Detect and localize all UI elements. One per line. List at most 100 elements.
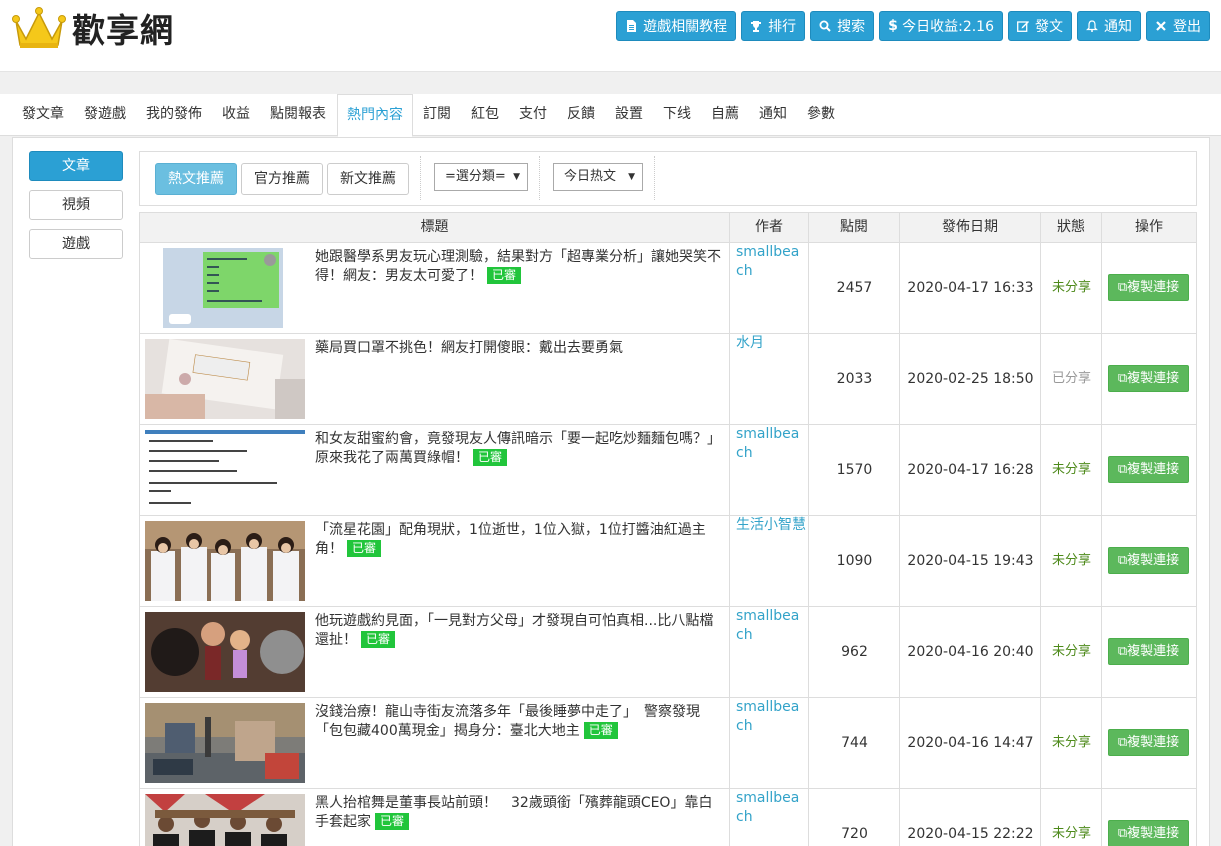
views-cell: 2033 xyxy=(809,334,900,424)
post-button[interactable]: 發文 xyxy=(1008,11,1072,41)
table-row: 和女友甜蜜約會，竟發現友人傳訊暗示「要一起吃炒麵麵包嗎？」原來我花了兩萬買綠帽！… xyxy=(139,425,1197,516)
author-link[interactable]: smallbeach xyxy=(736,243,806,281)
author-link[interactable]: 生活小智慧 xyxy=(736,516,806,535)
publish-date: 2020-04-15 22:22 xyxy=(907,826,1034,842)
tab-post-article[interactable]: 發文章 xyxy=(14,94,72,136)
article-title[interactable]: 和女友甜蜜約會，竟發現友人傳訊暗示「要一起吃炒麵麵包嗎？」原來我花了兩萬買綠帽！… xyxy=(315,430,725,468)
link-icon: ⧉ xyxy=(1117,644,1128,659)
tab-post-game[interactable]: 發遊戲 xyxy=(76,94,134,136)
tab-recommend[interactable]: 自薦 xyxy=(705,94,745,136)
table-row: 藥局買口罩不挑色！網友打開傻眼：戴出去要勇氣 水月 2033 2020-02-2… xyxy=(139,334,1197,425)
views-cell: 720 xyxy=(809,789,900,846)
author-link[interactable]: 水月 xyxy=(736,334,806,353)
tab-view-report[interactable]: 點閱報表 xyxy=(262,94,334,136)
view-count: 720 xyxy=(841,826,868,842)
article-thumbnail[interactable] xyxy=(145,521,305,601)
article-title[interactable]: 他玩遊戲約見面，「一見對方父母」才發現自可怕真相...比八點檔還扯！ 已審 xyxy=(315,612,725,650)
side-videos-button[interactable]: 視頻 xyxy=(29,190,123,220)
action-cell: ⧉複製連接 xyxy=(1102,425,1196,515)
tab-notifications[interactable]: 通知 xyxy=(753,94,793,136)
date-cell: 2020-04-15 19:43 xyxy=(900,516,1041,606)
copy-link-button[interactable]: ⧉複製連接 xyxy=(1108,274,1189,301)
side-games-button[interactable]: 遊戲 xyxy=(29,229,123,259)
article-thumbnail[interactable] xyxy=(145,248,305,328)
tab-earnings[interactable]: 收益 xyxy=(214,94,258,136)
tab-settings[interactable]: 設置 xyxy=(609,94,649,136)
author-link[interactable]: smallbeach xyxy=(736,607,806,645)
author-link[interactable]: smallbeach xyxy=(736,789,806,827)
article-thumbnail[interactable] xyxy=(145,794,305,846)
ranking-button[interactable]: 排行 xyxy=(741,11,806,41)
share-status: 未分享 xyxy=(1051,735,1091,750)
status-cell: 已分享 xyxy=(1041,334,1102,424)
article-title[interactable]: 藥局買口罩不挑色！網友打開傻眼：戴出去要勇氣 xyxy=(315,339,725,358)
tab-payment[interactable]: 支付 xyxy=(513,94,553,136)
notify-button[interactable]: 通知 xyxy=(1077,11,1141,41)
site-name: 歡享網 xyxy=(72,11,174,50)
approved-badge: 已審 xyxy=(347,540,382,557)
site-logo[interactable]: 歡享網 xyxy=(12,4,174,52)
copy-link-button[interactable]: ⧉複製連接 xyxy=(1108,820,1189,846)
filter-divider xyxy=(654,156,655,200)
author-cell: 水月 xyxy=(730,334,809,424)
publish-date: 2020-04-15 19:43 xyxy=(907,553,1034,569)
ranking-button-label: 排行 xyxy=(768,19,797,35)
status-cell: 未分享 xyxy=(1041,698,1102,788)
article-title-text[interactable]: 藥局買口罩不挑色！網友打開傻眼：戴出去要勇氣 xyxy=(315,340,623,356)
tab-subscribe[interactable]: 訂閱 xyxy=(417,94,457,136)
copy-link-button[interactable]: ⧉複製連接 xyxy=(1108,638,1189,665)
author-cell: smallbeach xyxy=(730,789,809,846)
copy-link-label: 複製連接 xyxy=(1127,280,1180,295)
article-thumbnail[interactable] xyxy=(145,703,305,783)
table-body: 她跟醫學系男友玩心理測驗，結果對方「超專業分析」讓她哭笑不得！網友：男友太可愛了… xyxy=(139,243,1197,846)
category-select-value: =選分類= xyxy=(445,169,506,184)
article-thumbnail[interactable] xyxy=(145,430,305,510)
article-thumbnail[interactable] xyxy=(145,339,305,419)
top-header: 歡享網 遊戲相關教程 排行 搜索 $ 今日收益:2.16 發文 通知 登出 xyxy=(0,0,1221,72)
tab-hot-content[interactable]: 熱門內容 xyxy=(337,94,413,137)
logout-button[interactable]: 登出 xyxy=(1146,11,1210,41)
col-date: 發佈日期 xyxy=(900,213,1041,242)
article-title-text[interactable]: 沒錢治療！龍山寺街友流落多年「最後睡夢中走了」 警察發現「包包藏400萬現金」揭… xyxy=(315,704,700,739)
col-title: 標題 xyxy=(140,213,730,242)
new-recommend-button[interactable]: 新文推薦 xyxy=(327,163,409,195)
article-title[interactable]: 沒錢治療！龍山寺街友流落多年「最後睡夢中走了」 警察發現「包包藏400萬現金」揭… xyxy=(315,703,725,741)
article-title[interactable]: 黑人抬棺舞是董事長站前頭！ 32歲頭銜「殯葬龍頭CEO」靠白手套起家 已審 xyxy=(315,794,725,832)
earnings-button[interactable]: $ 今日收益:2.16 xyxy=(879,11,1003,41)
view-count: 2457 xyxy=(836,280,873,296)
col-author: 作者 xyxy=(730,213,809,242)
article-title[interactable]: 「流星花園」配角現狀，1位逝世，1位入獄，1位打醬油紅過主角！ 已審 xyxy=(315,521,725,559)
tab-downline[interactable]: 下线 xyxy=(657,94,697,136)
action-cell: ⧉複製連接 xyxy=(1102,698,1196,788)
hot-recommend-button[interactable]: 熱文推薦 xyxy=(155,163,237,195)
author-cell: smallbeach xyxy=(730,698,809,788)
search-button[interactable]: 搜索 xyxy=(810,11,875,41)
caret-down-icon: ▼ xyxy=(628,172,635,182)
title-cell: 藥局買口罩不挑色！網友打開傻眼：戴出去要勇氣 xyxy=(140,334,730,424)
tab-red-packet[interactable]: 紅包 xyxy=(465,94,505,136)
title-cell: 和女友甜蜜約會，竟發現友人傳訊暗示「要一起吃炒麵麵包嗎？」原來我花了兩萬買綠帽！… xyxy=(140,425,730,515)
author-link[interactable]: smallbeach xyxy=(736,698,806,736)
tab-my-posts[interactable]: 我的發佈 xyxy=(138,94,210,136)
approved-badge: 已審 xyxy=(583,722,618,739)
tab-feedback[interactable]: 反饋 xyxy=(561,94,601,136)
hot-content-table: 標題 作者 點閱 發佈日期 狀態 操作 她跟醫學系男友玩心理測驗，結果對方「超專… xyxy=(139,212,1197,846)
date-cell: 2020-04-17 16:33 xyxy=(900,243,1041,333)
article-title-text[interactable]: 和女友甜蜜約會，竟發現友人傳訊暗示「要一起吃炒麵麵包嗎？」原來我花了兩萬買綠帽！ xyxy=(315,431,721,466)
copy-link-button[interactable]: ⧉複製連接 xyxy=(1108,365,1189,392)
article-thumbnail[interactable] xyxy=(145,612,305,692)
tutorial-button[interactable]: 遊戲相關教程 xyxy=(616,11,737,41)
copy-link-button[interactable]: ⧉複製連接 xyxy=(1108,729,1189,756)
author-link[interactable]: smallbeach xyxy=(736,425,806,463)
article-title[interactable]: 她跟醫學系男友玩心理測驗，結果對方「超專業分析」讓她哭笑不得！網友：男友太可愛了… xyxy=(315,248,725,286)
side-articles-button[interactable]: 文章 xyxy=(29,151,123,181)
tab-parameters[interactable]: 參數 xyxy=(801,94,841,136)
time-range-select[interactable]: 今日热文 ▼ xyxy=(553,163,643,191)
caret-down-icon: ▼ xyxy=(513,172,520,182)
copy-link-button[interactable]: ⧉複製連接 xyxy=(1108,547,1189,574)
category-select[interactable]: =選分類= ▼ xyxy=(434,163,528,191)
approved-badge: 已審 xyxy=(473,449,508,466)
copy-link-button[interactable]: ⧉複製連接 xyxy=(1108,456,1189,483)
table-row: 沒錢治療！龍山寺街友流落多年「最後睡夢中走了」 警察發現「包包藏400萬現金」揭… xyxy=(139,698,1197,789)
official-recommend-button[interactable]: 官方推薦 xyxy=(241,163,323,195)
